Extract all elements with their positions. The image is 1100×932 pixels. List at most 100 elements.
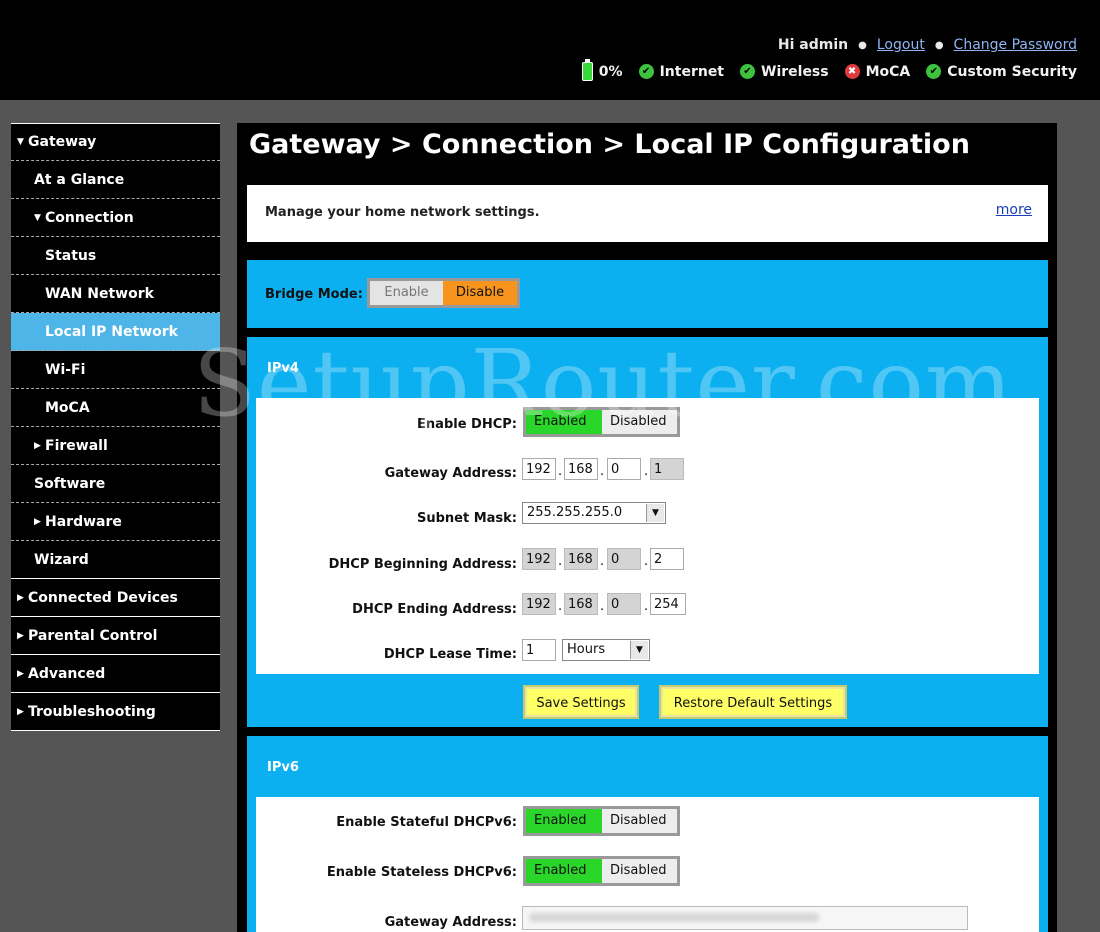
bridge-disable-button[interactable]: Disable (443, 281, 517, 305)
check-icon: ✔ (638, 64, 654, 79)
stateless-enabled-button[interactable]: Enabled (526, 859, 602, 883)
gateway-octet-2[interactable]: 168 (564, 458, 598, 480)
enable-dhcp-toggle: Enabled Disabled (523, 407, 680, 437)
sidebar-item-gateway[interactable]: ▼ Gateway (11, 123, 220, 161)
sidebar-item-label: Connection (45, 209, 134, 226)
main-content: Gateway > Connection > Local IP Configur… (237, 123, 1057, 932)
sidebar-item-label: Advanced (28, 665, 106, 682)
save-settings-button[interactable]: Save Settings (523, 685, 639, 719)
ipv6-form: Enable Stateful DHCPv6: Enabled Disabled… (256, 797, 1039, 932)
bullet-separator: ● (858, 39, 867, 51)
greeting: Hi admin (777, 37, 849, 53)
top-header: Hi admin ● Logout ● Change Password 0% ✔… (0, 0, 1100, 100)
enable-dhcp-label: Enable DHCP: (417, 417, 517, 432)
end-octet-4[interactable]: 254 (650, 593, 686, 615)
sidebar-item-label: Parental Control (28, 627, 158, 644)
caret-right-icon: ▶ (17, 592, 24, 603)
octet-dot: . (644, 599, 649, 614)
stateful-dhcpv6-toggle: Enabled Disabled (523, 806, 680, 836)
octet-dot: . (558, 464, 563, 479)
sidebar-item-at-a-glance[interactable]: At a Glance (11, 161, 220, 199)
subnet-mask-value: 255.255.255.0 (527, 505, 623, 520)
ipv6-gateway-label: Gateway Address: (384, 915, 517, 930)
subnet-mask-label: Subnet Mask: (416, 511, 517, 526)
sidebar-item-label: Status (45, 247, 97, 264)
stateful-enabled-button[interactable]: Enabled (526, 809, 602, 833)
more-link[interactable]: more (996, 202, 1032, 218)
sidebar-item-label: Software (34, 475, 106, 492)
gateway-address-label: Gateway Address: (384, 466, 517, 481)
octet-dot: . (600, 464, 605, 479)
ipv4-title: IPv4 (267, 361, 299, 376)
lease-time-label: DHCP Lease Time: (383, 647, 517, 662)
moca-status: ✖ MoCA (844, 63, 911, 80)
octet-dot: . (600, 554, 605, 569)
lease-unit-value: Hours (567, 642, 606, 657)
sidebar-item-connected-devices[interactable]: ▶ Connected Devices (11, 579, 220, 617)
status-label: Internet (659, 63, 724, 80)
status-label: MoCA (865, 63, 911, 80)
sidebar-item-label: At a Glance (34, 171, 125, 188)
sidebar-item-label: Wizard (34, 551, 89, 568)
status-label: Custom Security (947, 63, 1077, 80)
intro-box: Manage your home network settings. more (247, 185, 1048, 242)
battery-label: 0% (598, 63, 623, 80)
sidebar-item-parental-control[interactable]: ▶ Parental Control (11, 617, 220, 655)
sidebar-item-label: Firewall (45, 437, 108, 454)
begin-octet-2: 168 (564, 548, 598, 570)
gateway-octet-1[interactable]: 192 (522, 458, 556, 480)
subnet-mask-select[interactable]: 255.255.255.0 ▼ (522, 502, 666, 524)
dropdown-arrow-icon: ▼ (646, 504, 664, 522)
restore-defaults-button[interactable]: Restore Default Settings (659, 685, 847, 719)
security-status: ✔ Custom Security (926, 64, 1077, 80)
octet-dot: . (558, 554, 563, 569)
dropdown-arrow-icon: ▼ (630, 641, 648, 659)
sidebar-item-wi-fi[interactable]: Wi-Fi (11, 351, 220, 389)
stateless-dhcpv6-toggle: Enabled Disabled (523, 856, 680, 886)
dhcp-enabled-button[interactable]: Enabled (526, 410, 602, 434)
begin-octet-3: 0 (607, 548, 641, 570)
sidebar-item-hardware[interactable]: ▶ Hardware (11, 503, 220, 541)
stateful-disabled-button[interactable]: Disabled (602, 809, 677, 833)
caret-right-icon: ▶ (34, 516, 41, 527)
change-password-link[interactable]: Change Password (954, 37, 1077, 53)
sidebar-item-label: Wi-Fi (45, 361, 86, 378)
caret-right-icon: ▶ (17, 706, 24, 717)
sidebar-item-firewall[interactable]: ▶ Firewall (11, 427, 220, 465)
stateful-dhcpv6-label: Enable Stateful DHCPv6: (336, 815, 517, 830)
sidebar-item-local-ip-network[interactable]: Local IP Network (11, 313, 220, 351)
begin-octet-4[interactable]: 2 (650, 548, 684, 570)
sidebar-item-label: Local IP Network (45, 323, 178, 340)
end-octet-1: 192 (522, 593, 556, 615)
sidebar-item-status[interactable]: Status (11, 237, 220, 275)
sidebar-item-label: MoCA (45, 399, 90, 416)
battery-status: 0% (581, 59, 623, 81)
sidebar-item-label: Troubleshooting (28, 703, 156, 720)
octet-dot: . (644, 554, 649, 569)
lease-unit-select[interactable]: Hours ▼ (562, 639, 650, 661)
sidebar-item-label: Gateway (28, 134, 97, 150)
sidebar-nav: ▼ Gateway At a Glance ▼ Connection Status … (11, 123, 220, 731)
caret-down-icon: ▼ (17, 137, 24, 147)
dhcp-end-label: DHCP Ending Address: (352, 602, 517, 617)
lease-time-input[interactable]: 1 (522, 639, 556, 661)
sidebar-item-wan-network[interactable]: WAN Network (11, 275, 220, 313)
sidebar-item-wizard[interactable]: Wizard (11, 541, 220, 579)
sidebar-item-advanced[interactable]: ▶ Advanced (11, 655, 220, 693)
bridge-enable-button[interactable]: Enable (370, 281, 443, 305)
logout-link[interactable]: Logout (877, 37, 925, 53)
sidebar-item-troubleshooting[interactable]: ▶ Troubleshooting (11, 693, 220, 731)
octet-dot: . (644, 464, 649, 479)
sidebar-item-moca[interactable]: MoCA (11, 389, 220, 427)
sidebar-item-connection[interactable]: ▼ Connection (11, 199, 220, 237)
user-line: Hi admin ● Logout ● Change Password (778, 37, 1077, 53)
bullet-separator: ● (934, 39, 944, 51)
stateless-disabled-button[interactable]: Disabled (602, 859, 677, 883)
sidebar-item-software[interactable]: Software (11, 465, 220, 503)
gateway-octet-3[interactable]: 0 (607, 458, 641, 480)
status-bar: 0% ✔ Internet ✔ Wireless ✖ MoCA ✔ Custom… (566, 59, 1077, 81)
octet-dot: . (600, 599, 605, 614)
ipv4-panel: IPv4 Enable DHCP: Enabled Disabled Gatew… (247, 337, 1048, 727)
dhcp-disabled-button[interactable]: Disabled (602, 410, 677, 434)
ipv6-gateway-address-redacted (522, 906, 968, 930)
